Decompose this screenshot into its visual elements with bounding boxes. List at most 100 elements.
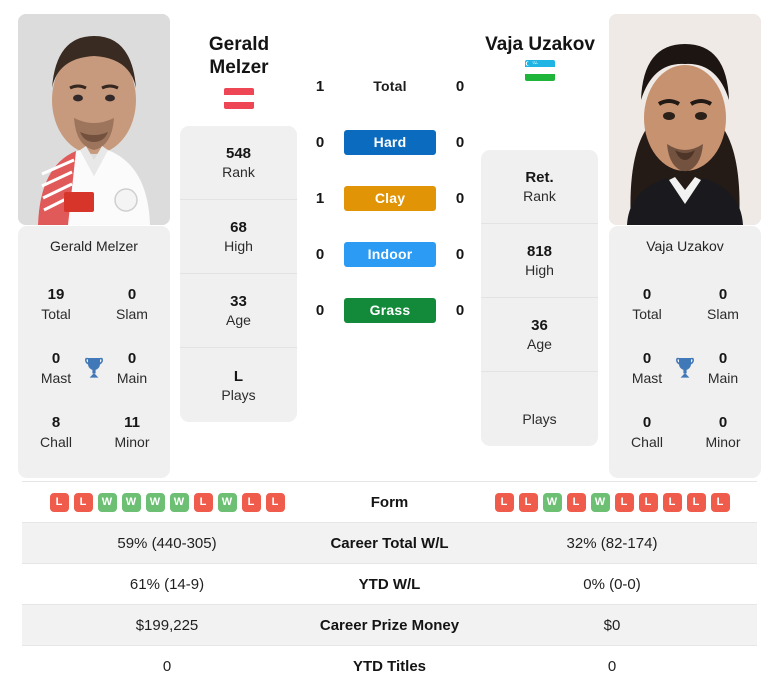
table-row-label: YTD W/L: [358, 575, 421, 593]
uzbekistan-flag-icon: [525, 60, 555, 81]
table-cell-left: 61% (14-9): [129, 575, 205, 593]
stat-label: Plays: [522, 410, 557, 427]
titles-label: Minor: [705, 433, 741, 450]
stat-high-right: 818 High: [481, 224, 598, 298]
table-row-label: Career Prize Money: [319, 616, 460, 634]
titles-value: 11: [124, 413, 140, 431]
form-badge[interactable]: L: [494, 492, 514, 512]
titles-value: 0: [127, 349, 137, 367]
titles-value: 0: [51, 349, 61, 367]
h2h-surface-cell: Grass: [335, 297, 445, 323]
stat-rank-right: Ret. Rank: [481, 150, 598, 224]
titles-value: 19: [47, 285, 65, 303]
stat-value: 818: [526, 243, 553, 260]
stat-value: Ret.: [525, 169, 554, 186]
h2h-left-count: 0: [315, 133, 325, 151]
surface-label-indoor[interactable]: Indoor: [344, 241, 436, 267]
titles-value: 0: [642, 413, 652, 431]
stat-label: High: [525, 262, 554, 278]
h2h-surface-cell: Total: [335, 74, 445, 99]
h2h-left-count: 0: [315, 245, 325, 263]
form-badge[interactable]: L: [49, 492, 69, 512]
titles-label: Chall: [631, 433, 663, 450]
h2h-left-count: 1: [315, 189, 325, 207]
titles-row: 0 Mast 0 Main: [18, 336, 170, 400]
stat-label: High: [224, 238, 253, 254]
player-name-left: Gerald Melzer: [208, 34, 270, 78]
titles-chall-right: 0 Chall: [609, 400, 685, 464]
table-row: 0 YTD Titles 0: [22, 645, 757, 686]
form-badge[interactable]: L: [710, 492, 730, 512]
surface-label-grass[interactable]: Grass: [344, 297, 436, 323]
stat-label: Age: [527, 336, 552, 352]
trophy-icon: [676, 357, 694, 378]
player-name-right: Vaja Uzakov: [485, 34, 595, 55]
h2h-row-indoor: 0 Indoor 0: [305, 226, 475, 282]
form-badge[interactable]: W: [542, 492, 562, 512]
h2h-surface-cell: Hard: [335, 129, 445, 155]
comparison-table: L L W W W W L W L L Form L L W L W L L L L L 59% (440-305) Car…: [22, 481, 757, 686]
form-badge[interactable]: L: [686, 492, 706, 512]
form-badge[interactable]: W: [590, 492, 610, 512]
head-to-head-surfaces: 1 Total 0 0 Hard 0 1 Clay 0 0 Indoor 0 0 Grass 0: [305, 58, 475, 338]
surface-label-clay[interactable]: Clay: [344, 185, 436, 211]
table-row: $199,225 Career Prize Money $0: [22, 604, 757, 645]
form-badge[interactable]: W: [97, 492, 117, 512]
stat-rank-left: 548 Rank: [180, 126, 297, 200]
h2h-left-count: 1: [315, 77, 325, 95]
stat-label: Rank: [523, 188, 556, 204]
titles-value: 8: [51, 413, 61, 431]
form-badge[interactable]: W: [217, 492, 237, 512]
form-badge[interactable]: W: [169, 492, 189, 512]
titles-label: Minor: [114, 433, 150, 450]
titles-row: 0 Chall 0 Minor: [609, 400, 761, 464]
form-badge[interactable]: L: [241, 492, 261, 512]
titles-card-left: Gerald Melzer 19 Total 0 Slam 0 Mast 0 M…: [18, 226, 170, 478]
player-stats-right: Ret. Rank 818 High 36 Age Plays: [481, 150, 598, 446]
form-badge[interactable]: W: [121, 492, 141, 512]
table-cell-left: 0: [162, 657, 172, 675]
stat-label: Plays: [221, 386, 256, 403]
austria-flag-icon: [224, 88, 254, 109]
titles-total-right: 0 Total: [609, 272, 685, 336]
table-cell-left: LLWWWWLWLL: [22, 492, 312, 512]
stat-high-left: 68 High: [180, 200, 297, 274]
stat-plays-left: L Plays: [180, 348, 297, 422]
titles-value: 0: [718, 349, 728, 367]
surface-label-hard[interactable]: Hard: [344, 129, 436, 155]
form-badge[interactable]: L: [193, 492, 213, 512]
stat-value: L: [233, 367, 244, 385]
titles-value: 0: [718, 285, 728, 303]
player-photo-right: [609, 14, 761, 225]
titles-label: Total: [632, 305, 662, 322]
titles-row: 0 Mast 0 Main: [609, 336, 761, 400]
titles-label: Mast: [631, 369, 663, 386]
table-cell-right: 0: [607, 657, 617, 675]
stat-plays-right: Plays: [481, 372, 598, 446]
player-stats-left: 548 Rank 68 High 33 Age L Plays: [180, 126, 297, 422]
form-badge[interactable]: L: [518, 492, 538, 512]
stat-age-right: 36 Age: [481, 298, 598, 372]
form-badge[interactable]: L: [638, 492, 658, 512]
table-row: L L W W W W L W L L Form L L W L W L L L L L: [22, 481, 757, 522]
h2h-right-count: 0: [455, 133, 465, 151]
h2h-right-count: 0: [455, 77, 465, 95]
titles-player-name: Vaja Uzakov: [646, 238, 724, 254]
table-row: 59% (440-305) Career Total W/L 32% (82-174…: [22, 522, 757, 563]
form-badge[interactable]: L: [73, 492, 93, 512]
form-badge[interactable]: L: [566, 492, 586, 512]
form-badges-right: LLWLWLLLLL: [467, 492, 757, 512]
form-badge[interactable]: L: [662, 492, 682, 512]
form-badge[interactable]: L: [265, 492, 285, 512]
form-badge[interactable]: W: [145, 492, 165, 512]
titles-chall-left: 8 Chall: [18, 400, 94, 464]
h2h-row-hard: 0 Hard 0: [305, 114, 475, 170]
h2h-row-total: 1 Total 0: [305, 58, 475, 114]
form-badge[interactable]: L: [614, 492, 634, 512]
stat-age-left: 33 Age: [180, 274, 297, 348]
titles-minor-right: 0 Minor: [685, 400, 761, 464]
stat-value: 33: [230, 293, 247, 310]
table-cell-right: LLWLWLLLLL: [467, 492, 757, 512]
stat-value: 68: [230, 219, 247, 236]
h2h-left-count: 0: [315, 301, 325, 319]
